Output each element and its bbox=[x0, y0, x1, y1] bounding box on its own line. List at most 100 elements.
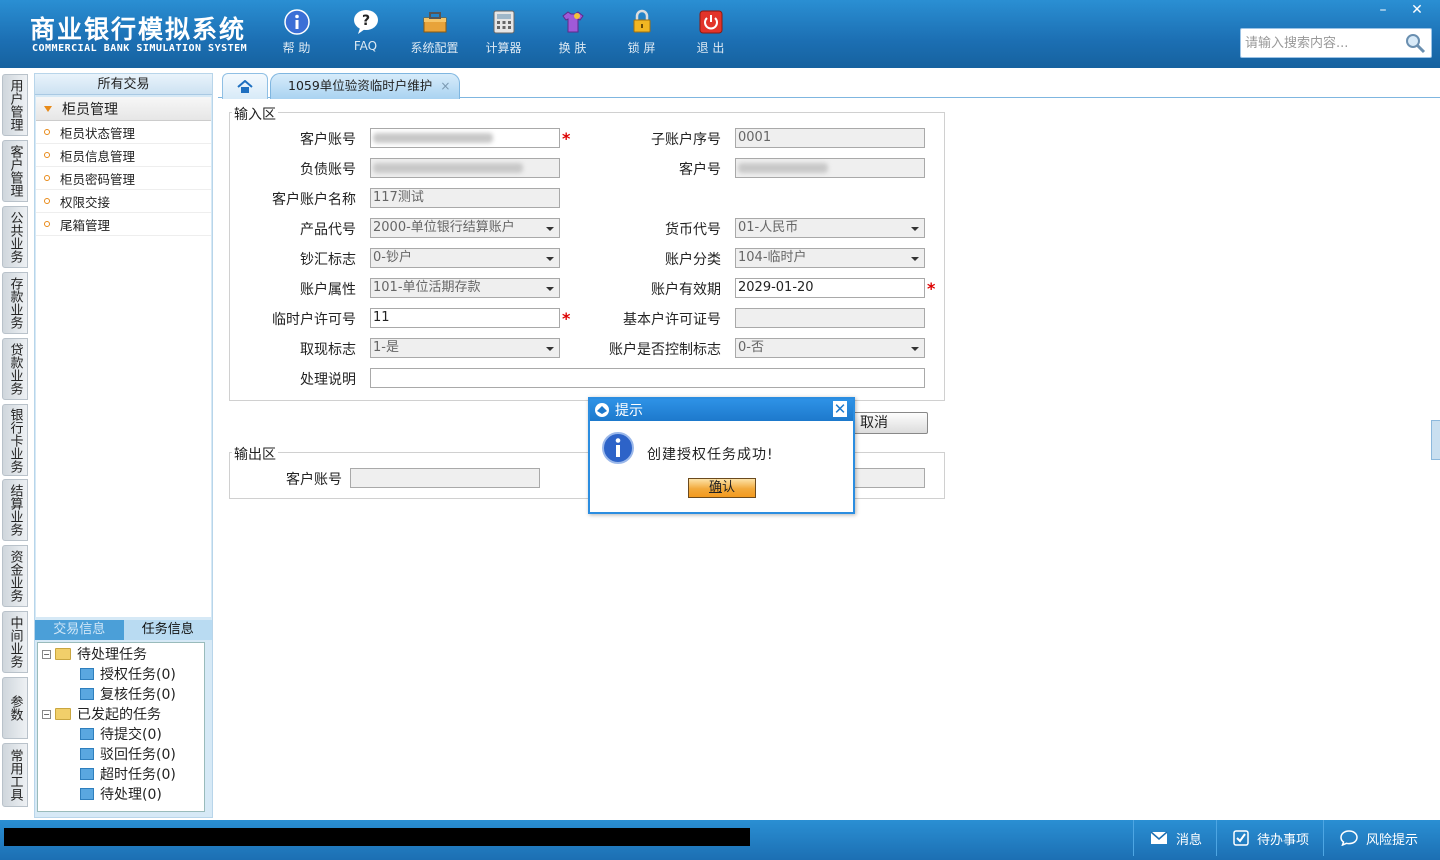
tree-node-review-tasks[interactable]: 复核任务(0) bbox=[80, 684, 176, 704]
cancel-button[interactable]: 取消 bbox=[853, 412, 928, 434]
valid-date-field[interactable]: 2029-01-20 bbox=[735, 278, 925, 298]
tab-task-info[interactable]: 任务信息 bbox=[123, 620, 212, 640]
cash-flag-select[interactable]: 0-钞户 bbox=[370, 248, 560, 268]
confirm-button[interactable]: 确认 bbox=[688, 478, 756, 498]
tab-1059-temp-account[interactable]: 1059单位验资临时户维护 × bbox=[270, 73, 460, 99]
app-subtitle: COMMERCIAL BANK SIMULATION SYSTEM bbox=[32, 43, 248, 54]
bullet-icon bbox=[44, 198, 50, 204]
product-code-select[interactable]: 2000-单位银行结算账户 bbox=[370, 218, 560, 238]
bullet-icon bbox=[44, 221, 50, 227]
search-input[interactable] bbox=[1241, 30, 1401, 56]
tree-node-to-process[interactable]: 待处理(0) bbox=[80, 784, 162, 804]
app-small-icon bbox=[595, 403, 609, 417]
chevron-down-icon[interactable] bbox=[543, 342, 557, 355]
tree-node-authorize-tasks[interactable]: 授权任务(0) bbox=[80, 664, 176, 684]
vtab-parameters[interactable]: 参数 bbox=[2, 677, 28, 739]
lock-screen-label: 锁 屏 bbox=[627, 41, 656, 55]
bullet-icon bbox=[44, 129, 50, 135]
customer-no-field[interactable] bbox=[735, 158, 925, 178]
right-panel-toggle[interactable] bbox=[1431, 420, 1440, 460]
collapse-icon[interactable]: − bbox=[42, 649, 51, 659]
module-tabs: 用户管理 客户管理 公共业务 存款业务 贷款业务 银行卡业务 结算业务 资金业务… bbox=[0, 70, 30, 812]
task-tree: − 待处理任务 授权任务(0) 复核任务(0) − 已发起的任务 待提交(0) … bbox=[37, 642, 205, 812]
system-config-button[interactable]: 系统配置 bbox=[400, 8, 469, 56]
search-icon[interactable] bbox=[1401, 29, 1429, 57]
menu-item-teller-info[interactable]: 柜员信息管理 bbox=[36, 144, 211, 167]
help-button[interactable]: 帮 助 bbox=[262, 8, 331, 56]
output-customer-account-label: 客户账号 bbox=[286, 472, 342, 488]
vtab-label: 贷款业务 bbox=[7, 343, 23, 395]
vtab-label: 资金业务 bbox=[7, 550, 23, 602]
system-config-label: 系统配置 bbox=[410, 41, 459, 55]
vtab-label: 银行卡业务 bbox=[7, 407, 23, 473]
vtab-deposit-business[interactable]: 存款业务 bbox=[2, 272, 28, 334]
tree-node-label: 超时任务(0) bbox=[100, 767, 176, 783]
menu-item-label: 尾箱管理 bbox=[60, 217, 111, 233]
chevron-down-icon[interactable] bbox=[543, 252, 557, 265]
output-customer-account-field[interactable] bbox=[350, 468, 540, 488]
remark-field[interactable] bbox=[370, 368, 925, 388]
tree-node-to-submit[interactable]: 待提交(0) bbox=[80, 724, 162, 744]
vtab-card-business[interactable]: 银行卡业务 bbox=[2, 404, 28, 476]
menu-group-teller-management[interactable]: 柜员管理 bbox=[36, 97, 211, 121]
tree-node-timeout[interactable]: 超时任务(0) bbox=[80, 764, 176, 784]
lock-screen-button[interactable]: 锁 屏 bbox=[607, 8, 676, 56]
account-name-field[interactable]: 117测试 bbox=[370, 188, 560, 208]
chevron-down-icon[interactable] bbox=[543, 222, 557, 235]
faq-button[interactable]: ? FAQ bbox=[331, 8, 400, 56]
tab-transaction-info[interactable]: 交易信息 bbox=[35, 620, 124, 640]
close-tab-icon[interactable]: × bbox=[440, 79, 450, 93]
expand-arrow-icon bbox=[44, 105, 52, 112]
risk-alert-button[interactable]: 风险提示 bbox=[1323, 820, 1432, 856]
menu-item-teller-status[interactable]: 柜员状态管理 bbox=[36, 121, 211, 144]
tree-node-rejected[interactable]: 驳回任务(0) bbox=[80, 744, 176, 764]
select-value: 1-是 bbox=[373, 340, 399, 355]
chevron-down-icon[interactable] bbox=[908, 342, 922, 355]
vtab-public-business[interactable]: 公共业务 bbox=[2, 206, 28, 268]
vtab-user-management[interactable]: 用户管理 bbox=[2, 74, 28, 136]
account-category-select[interactable]: 104-临时户 bbox=[735, 248, 925, 268]
product-code-label: 产品代号 bbox=[300, 222, 356, 238]
menu-item-permission-handover[interactable]: 权限交接 bbox=[36, 190, 211, 213]
tree-node-pending[interactable]: − 待处理任务 bbox=[42, 644, 147, 664]
chevron-down-icon[interactable] bbox=[908, 222, 922, 235]
customer-account-field[interactable] bbox=[370, 128, 560, 148]
select-value: 01-人民币 bbox=[738, 220, 799, 235]
select-value: 0-钞户 bbox=[373, 250, 412, 265]
temp-license-field[interactable]: 11 bbox=[370, 308, 560, 328]
menu-item-tail-box[interactable]: 尾箱管理 bbox=[36, 213, 211, 236]
transaction-menu: 柜员管理 柜员状态管理 柜员信息管理 柜员密码管理 权限交接 尾箱管理 bbox=[36, 97, 211, 617]
vtab-fund-business[interactable]: 资金业务 bbox=[2, 545, 28, 607]
minimize-button[interactable]: – bbox=[1366, 0, 1400, 20]
left-panel: 所有交易 柜员管理 柜员状态管理 柜员信息管理 柜员密码管理 权限交接 尾箱管理… bbox=[34, 73, 213, 818]
vtab-settlement-business[interactable]: 结算业务 bbox=[2, 479, 28, 541]
account-attribute-select[interactable]: 101-单位活期存款 bbox=[370, 278, 560, 298]
withdraw-flag-select[interactable]: 1-是 bbox=[370, 338, 560, 358]
vtab-customer-management[interactable]: 客户管理 bbox=[2, 140, 28, 202]
home-tab[interactable] bbox=[222, 73, 268, 99]
change-skin-button[interactable]: 换 肤 bbox=[538, 8, 607, 56]
vtab-common-tools[interactable]: 常用工具 bbox=[2, 743, 28, 807]
chevron-down-icon[interactable] bbox=[543, 282, 557, 295]
close-window-button[interactable]: ✕ bbox=[1400, 0, 1434, 20]
todo-label: 待办事项 bbox=[1257, 832, 1310, 848]
basic-license-field[interactable] bbox=[735, 308, 925, 328]
change-skin-label: 换 肤 bbox=[558, 41, 587, 55]
sub-account-seq-field[interactable]: 0001 bbox=[735, 128, 925, 148]
exit-button[interactable]: 退 出 bbox=[676, 8, 745, 56]
controlled-flag-select[interactable]: 0-否 bbox=[735, 338, 925, 358]
currency-code-select[interactable]: 01-人民币 bbox=[735, 218, 925, 238]
messages-button[interactable]: 消息 bbox=[1133, 820, 1216, 856]
todo-button[interactable]: 待办事项 bbox=[1216, 820, 1323, 856]
menu-item-teller-password[interactable]: 柜员密码管理 bbox=[36, 167, 211, 190]
collapse-icon[interactable]: − bbox=[42, 709, 51, 719]
vtab-intermediary-business[interactable]: 中间业务 bbox=[2, 611, 28, 673]
chevron-down-icon[interactable] bbox=[908, 252, 922, 265]
calculator-button[interactable]: 计算器 bbox=[469, 8, 538, 56]
liability-account-field[interactable] bbox=[370, 158, 560, 178]
dialog-close-button[interactable]: ✕ bbox=[833, 401, 847, 417]
tree-node-initiated[interactable]: − 已发起的任务 bbox=[42, 704, 161, 724]
output-extra-field[interactable] bbox=[850, 468, 925, 488]
vtab-loan-business[interactable]: 贷款业务 bbox=[2, 338, 28, 400]
svg-text:?: ? bbox=[361, 13, 369, 29]
